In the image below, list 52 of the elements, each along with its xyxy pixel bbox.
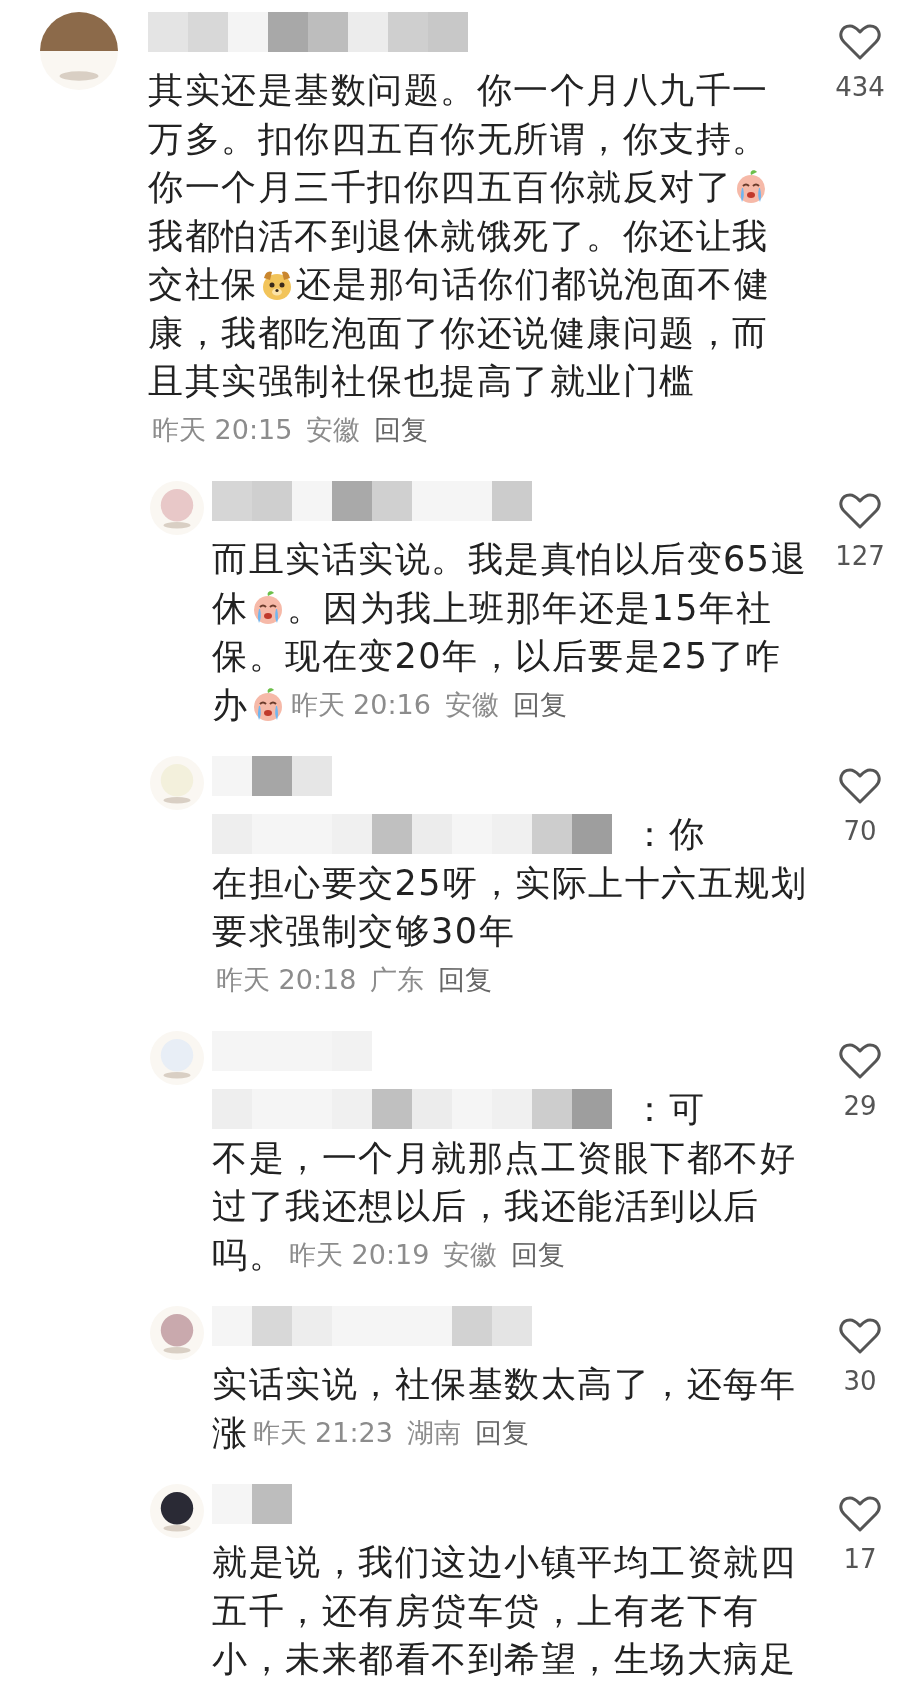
comment-time: 昨天 20:16 [290, 687, 431, 722]
like-count: 70 [843, 815, 877, 848]
heart-icon [838, 1316, 882, 1356]
comment-text: ：你 [632, 813, 705, 857]
comment-time: 昨天 20:18 [216, 962, 357, 997]
comment-text: 吗。 [212, 1233, 285, 1277]
comment-text: 还是那句话你们都说泡面不健 [295, 263, 770, 307]
comment-text: 你一个月三千扣你四五百你就反对了 [148, 166, 732, 210]
like-count: 17 [843, 1543, 877, 1576]
comment-time: 昨天 20:19 [289, 1237, 430, 1272]
comment-time: 昨天 20:15 [152, 412, 293, 447]
comment-text: 就是说，我们这边小镇平均工资就四 [212, 1541, 796, 1585]
comment-location: 安徽 [306, 412, 361, 447]
like-count: 127 [835, 540, 885, 573]
comment-text: 交社保 [148, 263, 258, 307]
comment-text: 我都怕活不到退休就饿死了。你还让我 [148, 214, 769, 258]
reply-link[interactable]: 回复 [474, 1412, 529, 1453]
comment-text: 而且实话实说。我是真怕以后变65退 [212, 538, 808, 582]
heart-icon [838, 1041, 882, 1081]
comment-location: 广东 [370, 962, 425, 997]
comment-text: 康，我都吃泡面了你还说健康问题，而 [148, 311, 769, 355]
heart-icon [838, 22, 882, 62]
heart-icon [838, 766, 882, 806]
comment-text: 办 [212, 683, 249, 727]
reply-link[interactable]: 回复 [511, 1234, 566, 1275]
comment-text: 在担心要交25呀，实际上十六五规划 [212, 861, 808, 905]
comment-location: 安徽 [443, 1237, 498, 1272]
comment-text: 过了我还想以后，我还能活到以后 [212, 1185, 760, 1229]
like-count: 30 [843, 1365, 877, 1398]
heart-icon [838, 1494, 882, 1534]
comment-text: 保。现在变20年，以后要是25了咋 [212, 635, 782, 679]
comment-location: 安徽 [444, 687, 499, 722]
comment-text: ：可 [632, 1088, 705, 1132]
comment-text: 万多。扣你四五百你无所谓，你支持。 [148, 117, 769, 161]
reply-link[interactable]: 回复 [438, 959, 493, 1000]
comment-text: 要求强制交够30年 [212, 910, 516, 954]
comment-text: 不是，一个月就那点工资眼下都不好 [212, 1136, 796, 1180]
heart-icon [838, 491, 882, 531]
comment-text: 其实还是基数问题。你一个月八九千一 [148, 69, 769, 113]
comment-text: 休 [212, 586, 249, 630]
comment-time: 昨天 21:23 [252, 1415, 393, 1450]
comment-location: 湖南 [406, 1415, 461, 1450]
comment-text: 。因为我上班那年还是15年社 [286, 586, 773, 630]
reply-link[interactable]: 回复 [512, 684, 567, 725]
reply-link[interactable]: 回复 [374, 409, 429, 450]
like-count: 434 [835, 71, 885, 104]
comment-text: 涨 [212, 1411, 249, 1455]
comment-text: 小，未来都看不到希望，生场大病足 [212, 1638, 796, 1682]
like-count: 29 [843, 1090, 877, 1123]
comment-text: 且其实强制社保也提高了就业门槛 [148, 360, 696, 404]
comment-text: 五千，还有房贷车贷，上有老下有 [212, 1589, 760, 1633]
comment-text: 实话实说，社保基数太高了，还每年 [212, 1363, 796, 1407]
